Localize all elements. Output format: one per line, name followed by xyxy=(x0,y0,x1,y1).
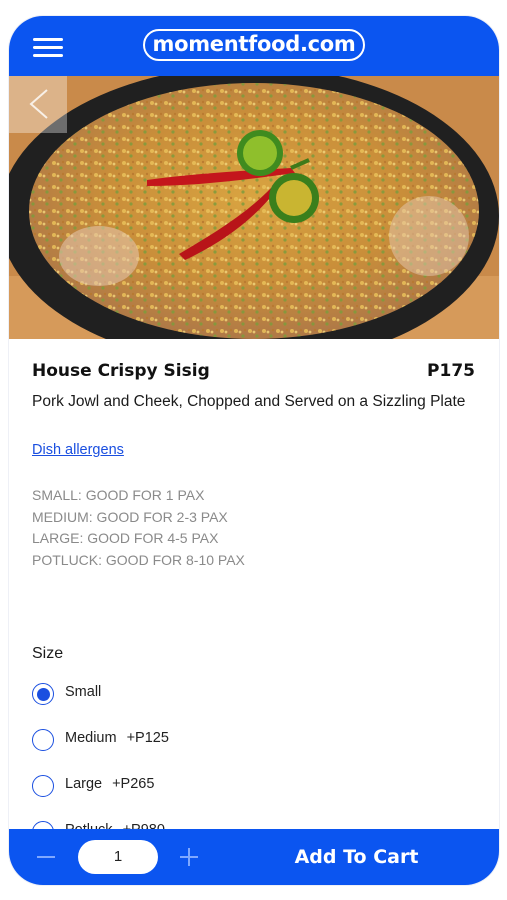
sisig-image xyxy=(9,76,499,339)
quantity-input[interactable]: 1 xyxy=(78,840,158,874)
pax-line: SMALL: GOOD FOR 1 PAX xyxy=(32,487,205,503)
size-option-price: +P125 xyxy=(126,730,169,746)
brand-logo[interactable]: momentfood.com xyxy=(143,29,365,61)
size-label: Size xyxy=(32,645,64,662)
add-to-cart-button[interactable]: Add To Cart xyxy=(279,843,434,871)
pax-line: LARGE: GOOD FOR 4-5 PAX xyxy=(32,530,219,547)
pax-line: POTLUCK: GOOD FOR 8-10 PAX xyxy=(32,551,245,568)
dish-allergens-link[interactable]: Dish allergens xyxy=(32,442,124,458)
minus-icon[interactable] xyxy=(37,856,55,858)
size-option-label: Small xyxy=(65,684,102,700)
hamburger-menu-icon[interactable] xyxy=(33,38,63,58)
dish-photo xyxy=(9,76,499,339)
radio-button[interactable] xyxy=(32,683,54,705)
radio-button[interactable] xyxy=(32,729,54,751)
dish-price: P175 xyxy=(427,361,475,381)
back-button[interactable] xyxy=(9,76,67,133)
dish-description: Pork Jowl and Cheek, Chopped and Served … xyxy=(32,393,466,410)
pax-info: SMALL: GOOD FOR 1 PAX MEDIUM: GOOD FOR 2… xyxy=(32,485,245,571)
size-option-label: Large xyxy=(65,776,103,792)
size-option-price: +P265 xyxy=(112,776,155,792)
radio-button[interactable] xyxy=(32,775,54,797)
top-bar: momentfood.com xyxy=(9,16,499,76)
back-arrow-icon[interactable] xyxy=(9,76,67,133)
plus-icon[interactable] xyxy=(180,848,198,866)
pax-line: MEDIUM: GOOD FOR 2-3 PAX xyxy=(32,508,228,525)
cart-bar: 1 Add To Cart xyxy=(9,829,499,885)
phone-frame: momentfood.com House Crispy Sisig P175 P… xyxy=(9,16,499,885)
dish-name: House Crispy Sisig xyxy=(32,361,210,381)
size-option-label: Medium xyxy=(65,730,117,746)
